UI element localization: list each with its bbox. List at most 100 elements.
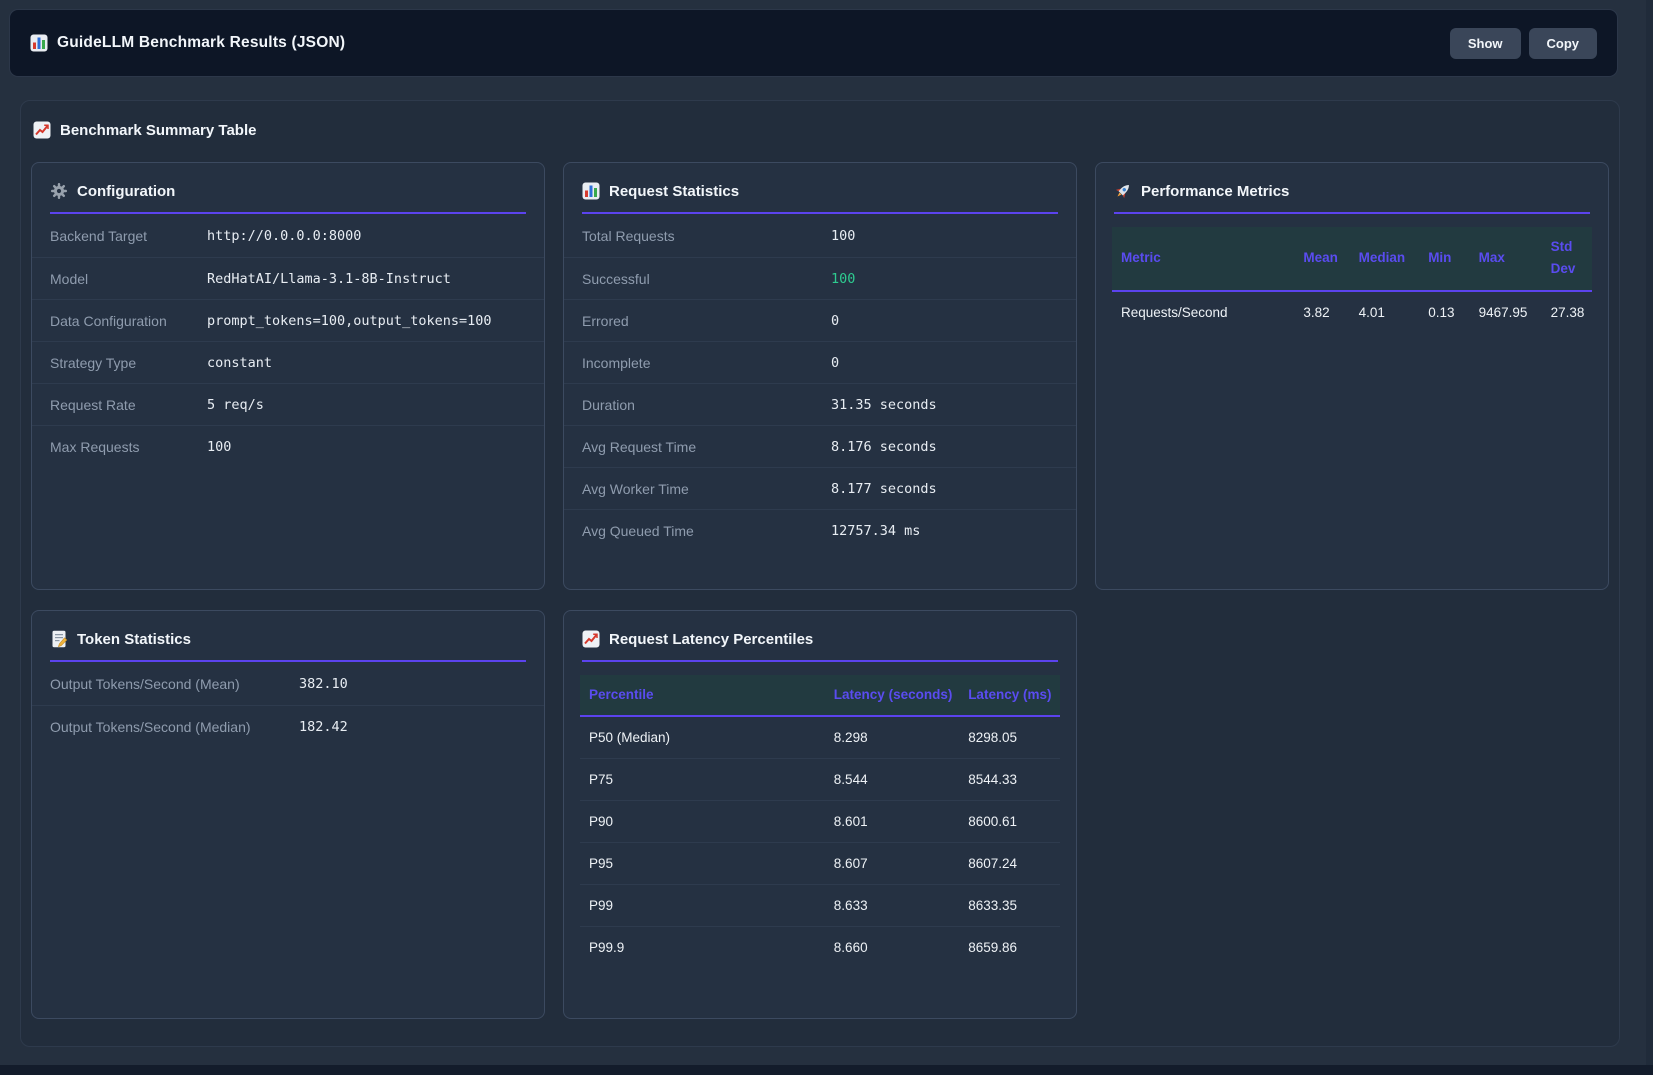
rocket-icon bbox=[1114, 182, 1132, 200]
latency-ms: 8607.24 bbox=[959, 842, 1060, 884]
metric-max: 9467.95 bbox=[1470, 291, 1542, 333]
card-title: Configuration bbox=[77, 183, 175, 200]
token-statistics-card: Token Statistics Output Tokens/Second (M… bbox=[31, 610, 545, 1019]
latency-ms: 8659.86 bbox=[959, 926, 1060, 968]
latency-seconds: 8.607 bbox=[825, 842, 959, 884]
latency-seconds: 8.544 bbox=[825, 758, 959, 800]
metric-min: 0.13 bbox=[1419, 291, 1469, 333]
stat-row: Avg Worker Time 8.177 seconds bbox=[564, 467, 1076, 509]
percentile-name: P75 bbox=[580, 758, 825, 800]
table-row: Requests/Second 3.82 4.01 0.13 9467.95 2… bbox=[1112, 291, 1592, 333]
latency-percentiles-table: Percentile Latency (seconds) Latency (ms… bbox=[580, 675, 1060, 968]
field-value: 12757.34 ms bbox=[831, 523, 920, 539]
field-label: Output Tokens/Second (Median) bbox=[50, 719, 299, 735]
configuration-card: Configuration Backend Target http://0.0.… bbox=[31, 162, 545, 590]
column-header: Std Dev bbox=[1542, 227, 1592, 291]
table-row: P50 (Median) 8.298 8298.05 bbox=[580, 716, 1060, 758]
latency-seconds: 8.633 bbox=[825, 884, 959, 926]
latency-seconds: 8.660 bbox=[825, 926, 959, 968]
config-row: Data Configuration prompt_tokens=100,out… bbox=[32, 299, 544, 341]
latency-seconds: 8.298 bbox=[825, 716, 959, 758]
bar-chart-icon bbox=[30, 34, 48, 52]
field-value: constant bbox=[207, 355, 272, 371]
field-label: Errored bbox=[582, 313, 831, 329]
card-title: Request Latency Percentiles bbox=[609, 631, 813, 648]
latency-percentiles-card: Request Latency Percentiles Percentile L… bbox=[563, 610, 1077, 1019]
latency-seconds: 8.601 bbox=[825, 800, 959, 842]
field-label: Duration bbox=[582, 397, 831, 413]
performance-metrics-card: Performance Metrics Metric Mean Median M… bbox=[1095, 162, 1609, 590]
field-label: Max Requests bbox=[50, 439, 207, 455]
field-value-success: 100 bbox=[831, 271, 855, 287]
percentile-name: P99.9 bbox=[580, 926, 825, 968]
config-row: Request Rate 5 req/s bbox=[32, 383, 544, 425]
column-header: Latency (seconds) bbox=[825, 675, 959, 716]
field-value: 382.10 bbox=[299, 676, 348, 692]
field-value: RedHatAI/Llama-3.1-8B-Instruct bbox=[207, 271, 451, 287]
card-title: Request Statistics bbox=[609, 183, 739, 200]
table-row: P95 8.607 8607.24 bbox=[580, 842, 1060, 884]
app-title: GuideLLM Benchmark Results (JSON) bbox=[57, 34, 345, 52]
field-value: 100 bbox=[831, 228, 855, 244]
bar-chart-icon bbox=[582, 182, 600, 200]
stat-row: Errored 0 bbox=[564, 299, 1076, 341]
token-row: Output Tokens/Second (Median) 182.42 bbox=[32, 705, 544, 747]
field-label: Successful bbox=[582, 271, 831, 287]
field-value: prompt_tokens=100,output_tokens=100 bbox=[207, 313, 491, 329]
stat-row: Avg Request Time 8.176 seconds bbox=[564, 425, 1076, 467]
header-panel: GuideLLM Benchmark Results (JSON) Show C… bbox=[9, 9, 1618, 77]
field-label: Avg Request Time bbox=[582, 439, 831, 455]
accent-rule bbox=[1114, 212, 1590, 214]
latency-ms: 8544.33 bbox=[959, 758, 1060, 800]
field-label: Backend Target bbox=[50, 228, 207, 244]
config-row: Backend Target http://0.0.0.0:8000 bbox=[32, 215, 544, 257]
table-row: P90 8.601 8600.61 bbox=[580, 800, 1060, 842]
token-row: Output Tokens/Second (Mean) 382.10 bbox=[32, 663, 544, 705]
field-value: 31.35 seconds bbox=[831, 397, 937, 413]
field-label: Avg Worker Time bbox=[582, 481, 831, 497]
column-header: Latency (ms) bbox=[959, 675, 1060, 716]
chart-increasing-icon bbox=[582, 630, 600, 648]
benchmark-summary-panel: Benchmark Summary Table Configuration Ba… bbox=[20, 100, 1620, 1047]
show-button[interactable]: Show bbox=[1450, 28, 1521, 59]
field-label: Avg Queued Time bbox=[582, 523, 831, 539]
percentile-name: P90 bbox=[580, 800, 825, 842]
metric-std-dev: 27.38 bbox=[1542, 291, 1592, 333]
metric-median: 4.01 bbox=[1350, 291, 1420, 333]
column-header: Percentile bbox=[580, 675, 825, 716]
stat-row: Incomplete 0 bbox=[564, 341, 1076, 383]
field-label: Data Configuration bbox=[50, 313, 207, 329]
table-header-row: Metric Mean Median Min Max Std Dev bbox=[1112, 227, 1592, 291]
column-header: Min bbox=[1419, 227, 1469, 291]
accent-rule bbox=[582, 212, 1058, 214]
field-value: 0 bbox=[831, 313, 839, 329]
latency-ms: 8298.05 bbox=[959, 716, 1060, 758]
table-row: P75 8.544 8544.33 bbox=[580, 758, 1060, 800]
column-header: Mean bbox=[1294, 227, 1349, 291]
request-statistics-card: Request Statistics Total Requests 100 Su… bbox=[563, 162, 1077, 590]
percentile-name: P99 bbox=[580, 884, 825, 926]
field-value: 0 bbox=[831, 355, 839, 371]
table-row: P99.9 8.660 8659.86 bbox=[580, 926, 1060, 968]
latency-ms: 8600.61 bbox=[959, 800, 1060, 842]
field-label: Strategy Type bbox=[50, 355, 207, 371]
copy-button[interactable]: Copy bbox=[1529, 28, 1598, 59]
column-header: Metric bbox=[1112, 227, 1294, 291]
chart-increasing-icon bbox=[33, 121, 51, 139]
stat-row: Avg Queued Time 12757.34 ms bbox=[564, 509, 1076, 551]
column-header: Max bbox=[1470, 227, 1542, 291]
stat-row: Total Requests 100 bbox=[564, 215, 1076, 257]
field-value: 182.42 bbox=[299, 719, 348, 735]
percentile-name: P95 bbox=[580, 842, 825, 884]
stat-row: Successful 100 bbox=[564, 257, 1076, 299]
stat-row: Duration 31.35 seconds bbox=[564, 383, 1076, 425]
latency-ms: 8633.35 bbox=[959, 884, 1060, 926]
accent-rule bbox=[50, 212, 526, 214]
accent-rule bbox=[582, 660, 1058, 662]
column-header: Median bbox=[1350, 227, 1420, 291]
section-title: Benchmark Summary Table bbox=[60, 122, 256, 139]
config-row: Max Requests 100 bbox=[32, 425, 544, 467]
metric-name: Requests/Second bbox=[1112, 291, 1294, 333]
memo-pencil-icon bbox=[50, 630, 68, 648]
performance-metrics-table: Metric Mean Median Min Max Std Dev Reque… bbox=[1112, 227, 1592, 333]
